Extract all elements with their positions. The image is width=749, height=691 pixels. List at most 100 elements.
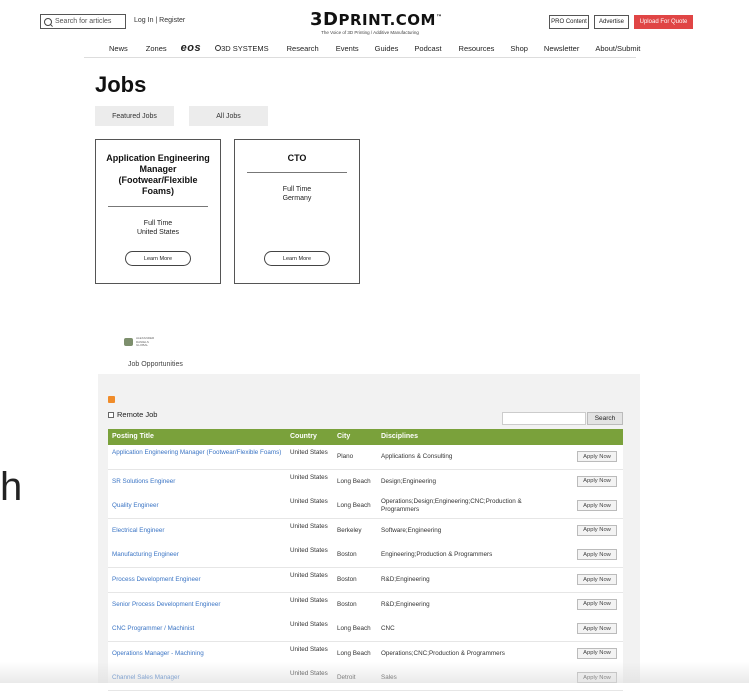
nav-about-submit[interactable]: About/Submit (595, 44, 640, 53)
table-row: Quality Engineer United States Long Beach O… (108, 494, 623, 520)
country-cell: United States (290, 596, 328, 604)
header-divider (84, 57, 636, 58)
left-edge-text-fragment: h (0, 465, 23, 509)
remote-checkbox[interactable] (108, 411, 114, 418)
disciplines-cell: R&D;Engineering (381, 576, 430, 583)
apply-now-button[interactable]: Apply Now (577, 647, 617, 659)
company-logo-text: ALEXANDER DANIELS GLOBAL (136, 336, 155, 347)
learn-more-button[interactable]: Learn More (125, 251, 191, 266)
city-cell: Boston (337, 551, 357, 559)
apply-now-button[interactable]: Apply Now (577, 623, 617, 635)
country-cell: United States (290, 473, 328, 481)
country-cell: United States (290, 572, 328, 579)
login-register-link[interactable]: Log In | Register (134, 17, 185, 24)
table-header: Posting Title Country City Disciplines (108, 429, 623, 445)
table-row: Electrical Engineer United States Berkeley… (108, 518, 623, 544)
nav-3d-systems-label: 3D SYSTEMS (221, 43, 269, 53)
nav-shop[interactable]: Shop (510, 44, 528, 53)
main-nav: News Zones eos 3D SYSTEMS Research Event… (109, 42, 640, 54)
posting-title-link[interactable]: Quality Engineer (112, 502, 282, 510)
posting-title-link[interactable]: Electrical Engineer (112, 527, 282, 535)
pro-content-button[interactable]: PRO Content (549, 15, 589, 29)
apply-now-button[interactable]: Apply Now (577, 574, 617, 585)
nav-newsletter[interactable]: Newsletter (544, 44, 579, 53)
remote-job-filter[interactable]: Remote Job (108, 410, 157, 419)
apply-now-button[interactable]: Apply Now (577, 500, 617, 512)
table-row: CNC Programmer / Machinist United States L… (108, 617, 623, 643)
nav-3d-systems[interactable]: 3D SYSTEMS (215, 44, 269, 53)
table-row: Application Engineering Manager (Footwea… (108, 445, 623, 470)
city-cell: Boston (337, 600, 357, 608)
job-card-location: Germany (282, 195, 312, 202)
disciplines-cell: Engineering;Production & Programmers (381, 551, 493, 559)
job-search-button[interactable]: Search (587, 412, 623, 425)
logo-3d: 3D (310, 9, 339, 30)
posting-title-link[interactable]: Senior Process Development Engineer (112, 601, 282, 609)
disciplines-cell: Applications & Consulting (381, 453, 453, 460)
posting-title-link[interactable]: Application Engineering Manager (Footwea… (112, 449, 282, 457)
nav-research[interactable]: Research (287, 44, 319, 53)
remote-label: Remote Job (117, 410, 158, 419)
apply-now-button[interactable]: Apply Now (577, 524, 617, 536)
disciplines-cell: Software;Engineering (381, 526, 442, 534)
apply-now-button[interactable]: Apply Now (577, 549, 617, 561)
job-card-type: Full Time (282, 186, 312, 193)
disciplines-cell: CNC (381, 625, 395, 633)
city-cell: Long Beach (337, 477, 371, 485)
logo-tm: ™ (436, 14, 443, 21)
company-logo: ALEXANDER DANIELS GLOBAL (124, 336, 158, 348)
advertise-button[interactable]: Advertise (594, 15, 629, 29)
col-country[interactable]: Country (290, 433, 317, 440)
table-row: Senior Process Development Engineer Unite… (108, 592, 623, 618)
disciplines-cell: Operations;CNC;Production & Programmers (381, 649, 505, 657)
table-row: SR Solutions Engineer United States Long B… (108, 469, 623, 495)
site-logo[interactable]: 3DPRINT.COM™ The Voice of 3D Printing / … (310, 9, 442, 36)
posting-title-link[interactable]: CNC Programmer / Machinist (112, 625, 282, 633)
nav-zones[interactable]: Zones (146, 44, 167, 53)
nav-guides[interactable]: Guides (375, 44, 399, 53)
apply-now-button[interactable]: Apply Now (577, 451, 617, 462)
company-emblem-icon (124, 338, 133, 347)
job-card-title: CTO (287, 153, 307, 163)
job-card-type: Full Time (143, 220, 173, 227)
logo-print-com: PRINT.COM (338, 11, 436, 29)
job-card[interactable]: CTO Full Time Germany Learn More (234, 139, 360, 284)
section-label: Job Opportunities (128, 361, 183, 368)
job-card[interactable]: Application Engineering Manager (Footwea… (95, 139, 221, 284)
learn-more-button[interactable]: Learn More (264, 251, 330, 266)
page-title: Jobs (95, 72, 147, 97)
table-row: Manufacturing Engineer United States Bosto… (108, 543, 623, 569)
job-card-divider (247, 172, 347, 173)
nav-podcast[interactable]: Podcast (414, 44, 441, 53)
nav-eos-logo[interactable]: eos (181, 42, 201, 54)
country-cell: United States (290, 621, 328, 629)
apply-now-button[interactable]: Apply Now (577, 475, 617, 487)
city-cell: Plano (337, 453, 354, 460)
col-disciplines[interactable]: Disciplines (381, 433, 418, 440)
city-cell: Long Beach (337, 625, 371, 633)
apply-now-button[interactable]: Apply Now (577, 598, 617, 610)
nav-news[interactable]: News (109, 44, 128, 53)
rss-icon[interactable] (108, 396, 115, 403)
disciplines-cell: Operations;Design;Engineering;CNC;Produc… (381, 498, 522, 514)
table-row: Process Development Engineer United State… (108, 568, 623, 593)
posting-title-link[interactable]: SR Solutions Engineer (112, 478, 282, 486)
nav-resources[interactable]: Resources (459, 44, 495, 53)
posting-title-link[interactable]: Operations Manager - Machining (112, 650, 282, 658)
country-cell: United States (290, 547, 328, 555)
tab-all-jobs[interactable]: All Jobs (189, 106, 268, 126)
country-cell: United States (290, 522, 328, 530)
posting-title-link[interactable]: Manufacturing Engineer (112, 551, 282, 559)
job-card-divider (108, 206, 208, 207)
posting-title-link[interactable]: Process Development Engineer (112, 576, 282, 584)
upload-quote-button[interactable]: Upload For Quote (634, 15, 693, 29)
job-search-input[interactable] (502, 412, 586, 425)
col-posting-title[interactable]: Posting Title (112, 433, 154, 440)
col-city[interactable]: City (337, 433, 350, 440)
job-card-location: United States (136, 229, 180, 236)
tab-featured-jobs[interactable]: Featured Jobs (95, 106, 174, 126)
country-cell: United States (290, 645, 328, 653)
city-cell: Long Beach (337, 502, 371, 510)
nav-events[interactable]: Events (336, 44, 359, 53)
search-input[interactable]: Search for articles (40, 14, 126, 29)
